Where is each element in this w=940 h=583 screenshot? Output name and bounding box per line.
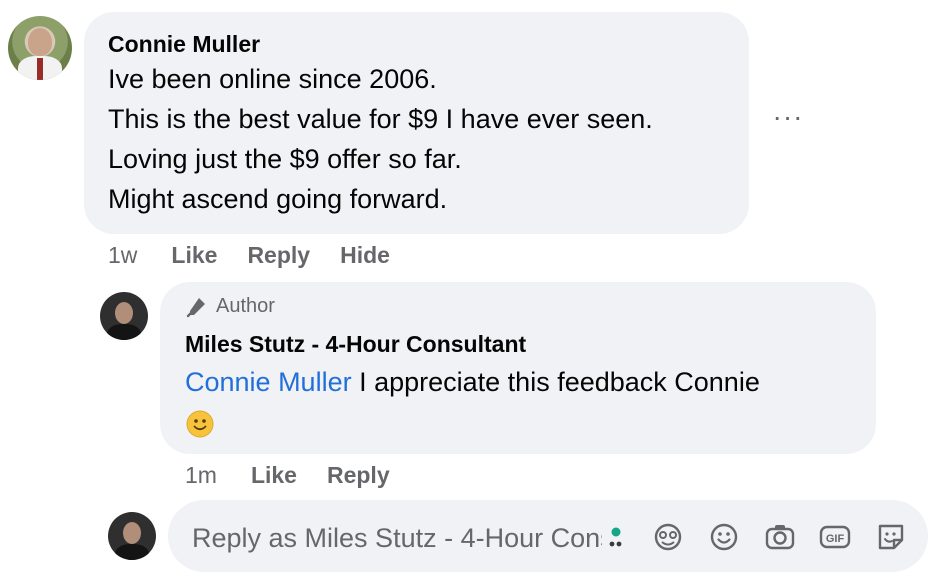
more-options-button[interactable]: ··· (768, 103, 808, 136)
comment-text: Ive been online since 2006. This is the … (108, 59, 653, 219)
avatar-shirt (115, 544, 149, 560)
microphone-icon (186, 297, 205, 317)
like-button[interactable]: Like (171, 242, 217, 268)
reply-input[interactable] (192, 518, 602, 558)
smiling-face-icon (186, 410, 214, 438)
reply-timestamp[interactable]: 1m (185, 462, 217, 488)
avatar-tie (37, 58, 43, 80)
reply-body: I appreciate this feedback Connie (351, 367, 760, 397)
avatar-head (115, 302, 133, 324)
comment-line: Ive been online since 2006. (108, 64, 437, 94)
like-button[interactable]: Like (251, 462, 297, 488)
comment-line: Loving just the $9 offer so far. (108, 144, 462, 174)
comment-line: Might ascend going forward. (108, 184, 448, 214)
commenter-name[interactable]: Connie Muller (108, 29, 260, 59)
comment-actions: 1w Like Reply Hide (108, 242, 420, 269)
sticker-icon[interactable] (874, 520, 908, 554)
avatar-sticker-icon[interactable] (651, 520, 685, 554)
avatar-head (28, 28, 52, 56)
svg-text:GIF: GIF (826, 533, 845, 545)
reply-button[interactable]: Reply (247, 242, 310, 268)
gif-icon[interactable]: GIF (818, 520, 852, 554)
reply-actions: 1m Like Reply (185, 462, 420, 489)
composer-avatar (108, 512, 156, 560)
hide-button[interactable]: Hide (340, 242, 390, 268)
mention-link[interactable]: Connie Muller (185, 367, 352, 397)
emoji-icon[interactable] (707, 520, 741, 554)
replier-avatar[interactable] (100, 292, 148, 340)
replier-name[interactable]: Miles Stutz - 4-Hour Consultant (185, 329, 526, 359)
reply-text: Connie Muller I appreciate this feedback… (185, 362, 760, 402)
camera-icon[interactable] (763, 520, 797, 554)
commenter-avatar[interactable] (8, 16, 72, 80)
grammarly-icon[interactable] (604, 520, 638, 554)
comment-timestamp[interactable]: 1w (108, 242, 137, 268)
avatar-shirt (107, 324, 141, 340)
author-badge: Author (185, 295, 275, 318)
comment-line: This is the best value for $9 I have eve… (108, 104, 653, 134)
avatar-head (123, 522, 141, 544)
reply-button[interactable]: Reply (327, 462, 390, 488)
author-badge-label: Author (216, 295, 275, 317)
